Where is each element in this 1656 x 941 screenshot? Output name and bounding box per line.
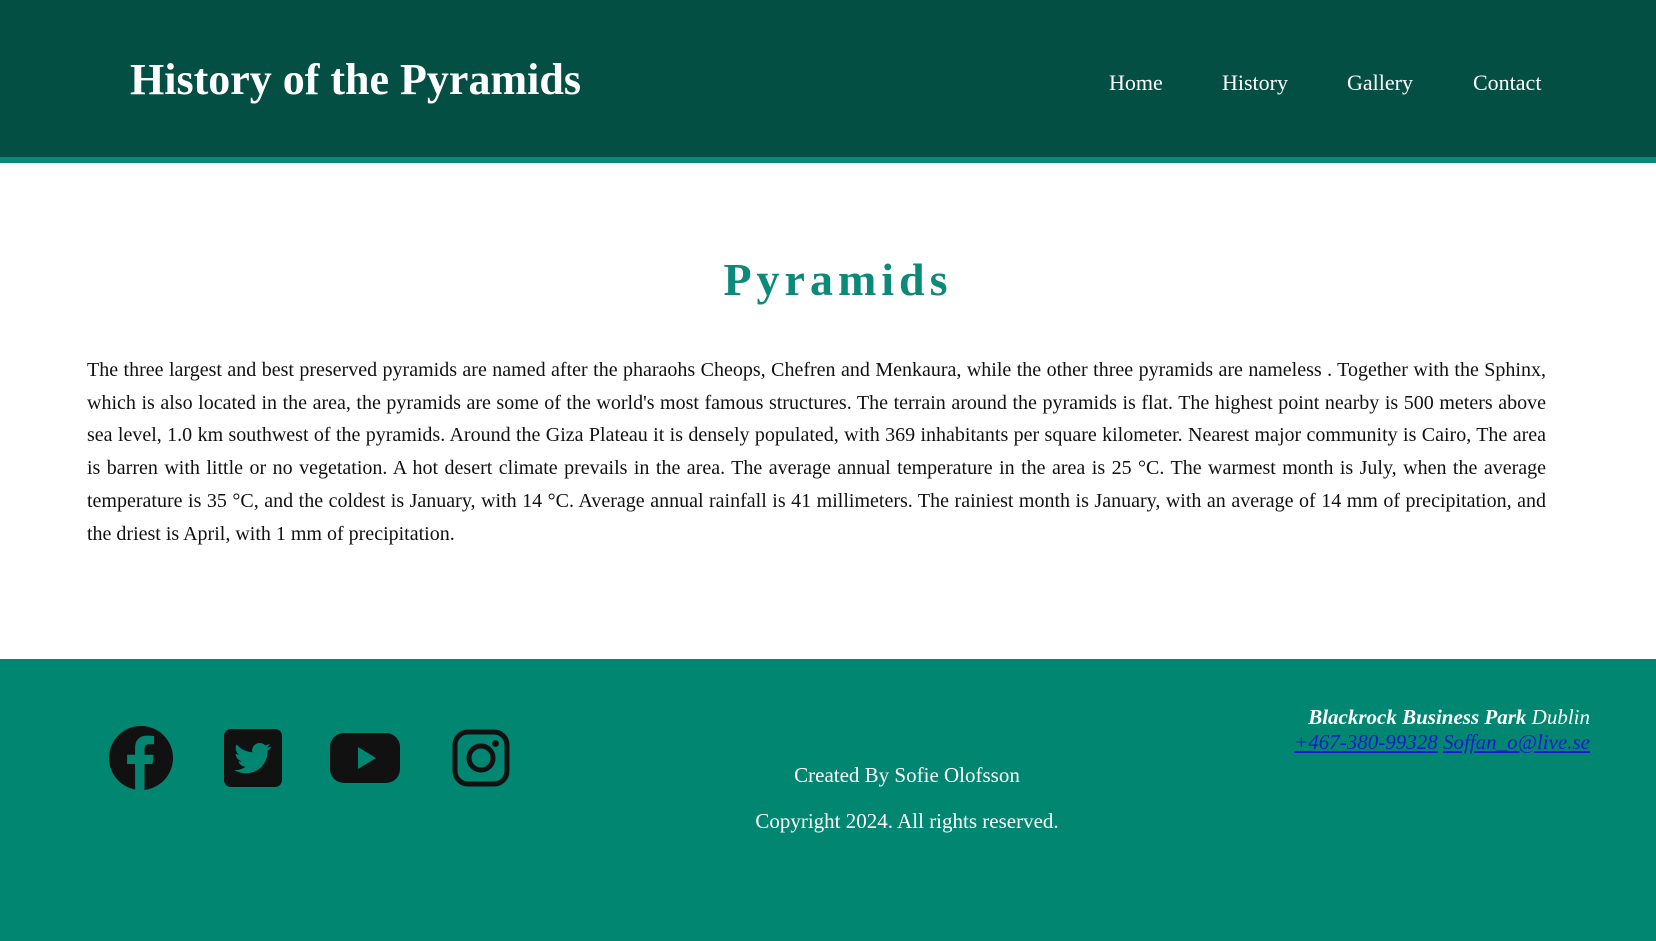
company-name: Blackrock Business Park — [1308, 705, 1527, 729]
address-line: Blackrock Business Park Dublin — [1294, 705, 1590, 730]
nav-link-history[interactable]: History — [1222, 72, 1288, 94]
contact-info: Blackrock Business Park Dublin +467-380-… — [1294, 705, 1590, 755]
youtube-icon[interactable] — [330, 733, 400, 788]
twitter-icon[interactable] — [223, 728, 283, 793]
copyright-text: Copyright 2024. All rights reserved. — [755, 809, 1059, 833]
phone-link[interactable]: +467-380-99328 — [1294, 730, 1438, 754]
site-header: History of the Pyramids Home History Gal… — [0, 0, 1656, 163]
nav-link-gallery[interactable]: Gallery — [1347, 72, 1413, 94]
nav-link-home[interactable]: Home — [1109, 72, 1163, 94]
facebook-icon[interactable] — [108, 725, 174, 796]
site-footer: Created By Sofie Olofsson Copyright 2024… — [0, 659, 1656, 941]
nav-link-contact[interactable]: Contact — [1473, 72, 1541, 94]
city-name: Dublin — [1531, 705, 1590, 729]
footer-credits: Created By Sofie Olofsson Copyright 2024… — [755, 765, 1058, 845]
main-content: Pyramids The three largest and best pres… — [0, 163, 1656, 659]
created-by-text: Created By Sofie Olofsson — [794, 763, 1020, 787]
instagram-icon[interactable] — [452, 729, 510, 792]
site-title: History of the Pyramids — [130, 55, 581, 104]
page-heading: Pyramids — [723, 254, 953, 305]
intro-paragraph: The three largest and best preserved pyr… — [87, 359, 1546, 545]
email-link[interactable]: Soffan_o@live.se — [1443, 730, 1590, 754]
contact-links: +467-380-99328 Soffan_o@live.se — [1294, 730, 1590, 755]
